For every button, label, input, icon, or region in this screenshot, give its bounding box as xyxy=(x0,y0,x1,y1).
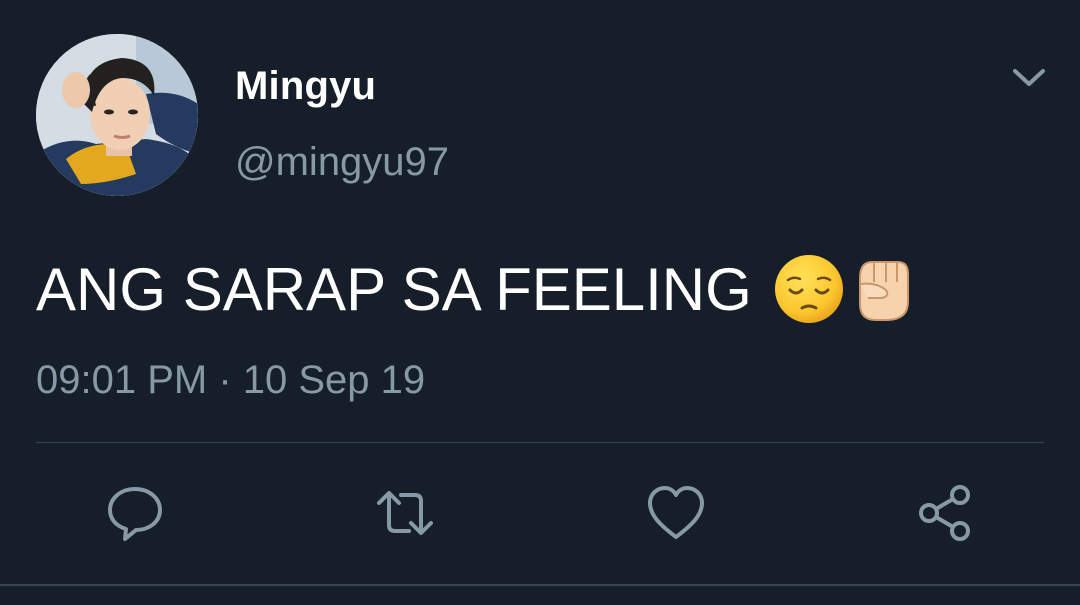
reply-button[interactable] xyxy=(105,483,165,543)
reply-icon xyxy=(108,487,162,541)
tweet-timestamp[interactable]: 09:01 PM · 10 Sep 19 xyxy=(36,358,425,403)
pensive-face-emoji xyxy=(772,252,846,326)
divider-bottom xyxy=(0,584,1080,586)
share-button[interactable] xyxy=(915,483,975,543)
chevron-down-icon[interactable] xyxy=(1012,64,1046,92)
divider xyxy=(36,442,1044,443)
share-icon xyxy=(919,485,970,541)
tweet-card: Mingyu @mingyu97 ANG SARAP SA FEELING 09… xyxy=(0,0,1080,605)
tweet-text-content: ANG SARAP SA FEELING xyxy=(36,255,752,323)
like-button[interactable] xyxy=(646,483,706,543)
author-display-name[interactable]: Mingyu xyxy=(235,64,376,109)
retweet-icon xyxy=(377,491,433,535)
tweet-text: ANG SARAP SA FEELING xyxy=(36,252,920,326)
avatar[interactable] xyxy=(36,34,198,196)
author-handle[interactable]: @mingyu97 xyxy=(235,140,449,185)
heart-icon xyxy=(648,486,704,539)
retweet-button[interactable] xyxy=(375,483,435,543)
raised-fist-emoji xyxy=(846,252,920,326)
